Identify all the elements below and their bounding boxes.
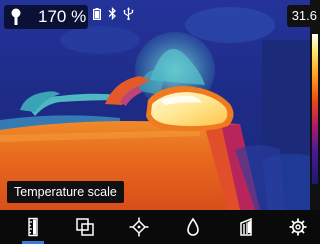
usb-icon [123,7,134,25]
bottom-toolbar [0,210,320,244]
thermal-camera-screen: 31.6 170 % Temperature scale [0,0,320,244]
crosshair-icon [129,217,149,237]
drop-icon [187,217,199,236]
humidity-button[interactable] [171,210,215,244]
tooltip: Temperature scale [7,181,124,203]
temperature-scale-button[interactable] [11,210,55,244]
emissivity-status[interactable]: 170 % [4,5,88,29]
settings-button[interactable] [276,210,320,244]
thermal-image-view[interactable] [0,0,310,210]
measure-spot-button[interactable] [117,210,161,244]
color-scale-gradient [312,34,318,184]
palette-icon [240,217,252,236]
battery-icon [93,7,102,25]
thermometer-probe-icon [11,8,21,25]
image-overlay-button[interactable] [63,210,107,244]
overlay-squares-icon [76,218,94,236]
bluetooth-icon [108,6,117,25]
color-palette-button[interactable] [224,210,268,244]
max-temperature-readout: 31.6 [286,5,320,27]
temperature-scale-icon [28,217,38,237]
gear-icon [289,218,307,236]
thermal-image [0,0,310,210]
emissivity-value: 170 % [38,7,87,26]
